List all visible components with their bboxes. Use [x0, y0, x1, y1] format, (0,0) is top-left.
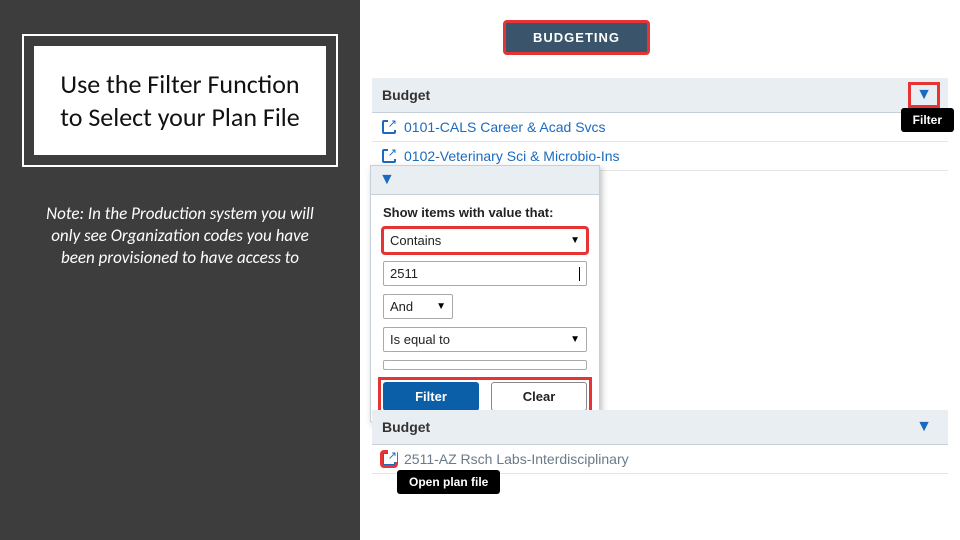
budget-panel-before: Budget ▼ 0101-CALS Career & Acad Svcs 01… — [372, 78, 948, 171]
budgeting-tab[interactable]: BUDGETING — [505, 22, 648, 53]
condition1-value: Contains — [390, 233, 441, 248]
condition2-value: Is equal to — [390, 332, 450, 347]
text-cursor — [579, 267, 580, 281]
plan-file-row[interactable]: 0101-CALS Career & Acad Svcs — [372, 113, 948, 142]
value1-text: 2511 — [390, 266, 418, 281]
value2-input[interactable] — [383, 360, 587, 370]
filter-tooltip: Filter — [901, 108, 954, 132]
popup-header: ▼ — [371, 166, 599, 195]
slide-title: Use the Filter Function to Select your P… — [34, 46, 326, 155]
budget-panel-after: Budget ▼ 2511-AZ Rsch Labs-Interdiscipli… — [372, 410, 948, 474]
open-plan-file-tooltip: Open plan file — [397, 470, 500, 494]
open-plan-icon[interactable] — [382, 149, 396, 163]
budget-header-label: Budget — [382, 419, 430, 435]
popup-title: Show items with value that: — [383, 205, 587, 220]
screenshot-area: BUDGETING Budget ▼ 0101-CALS Career & Ac… — [360, 0, 960, 540]
chevron-down-icon: ▼ — [570, 235, 580, 246]
budget-header-label: Budget — [382, 87, 430, 103]
open-plan-icon[interactable] — [382, 120, 396, 134]
plan-file-label: 2511-AZ Rsch Labs-Interdisciplinary — [404, 451, 629, 467]
slide-note: Note: In the Production system you will … — [28, 203, 332, 269]
filter-funnel-icon[interactable]: ▼ — [910, 416, 938, 438]
joiner-value: And — [390, 299, 413, 314]
condition2-select[interactable]: Is equal to ▼ — [383, 327, 587, 352]
clear-button[interactable]: Clear — [491, 382, 587, 411]
plan-file-label: 0101-CALS Career & Acad Svcs — [404, 119, 606, 135]
budget-column-header: Budget ▼ — [372, 410, 948, 445]
value1-input[interactable]: 2511 — [383, 261, 587, 286]
filter-popup: ▼ Show items with value that: Contains ▼… — [370, 165, 600, 422]
filter-button-row: Filter Clear — [383, 382, 587, 411]
open-plan-icon[interactable] — [382, 452, 396, 466]
chevron-down-icon: ▼ — [570, 334, 580, 345]
budget-column-header: Budget ▼ — [372, 78, 948, 113]
chevron-down-icon: ▼ — [436, 301, 446, 312]
plan-file-label: 0102-Veterinary Sci & Microbio-Ins — [404, 148, 620, 164]
filter-button[interactable]: Filter — [383, 382, 479, 411]
filter-funnel-icon[interactable]: ▼ — [379, 171, 395, 188]
budgeting-tab-wrap: BUDGETING — [505, 22, 648, 53]
condition1-select[interactable]: Contains ▼ — [383, 228, 587, 253]
instruction-sidebar: Use the Filter Function to Select your P… — [0, 0, 360, 540]
filter-funnel-icon[interactable]: ▼ — [910, 84, 938, 106]
joiner-select[interactable]: And ▼ — [383, 294, 453, 319]
